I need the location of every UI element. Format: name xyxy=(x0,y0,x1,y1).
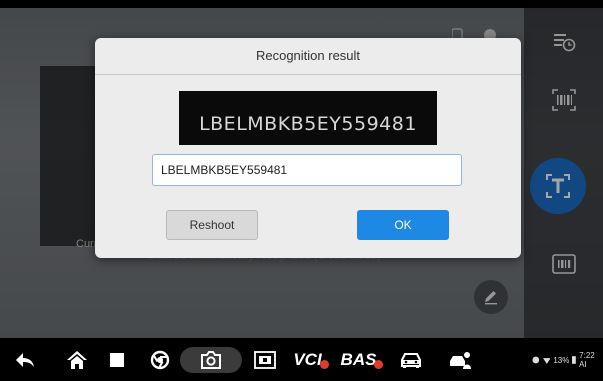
dialog-title: Recognition result xyxy=(255,48,361,63)
home-icon[interactable] xyxy=(64,346,90,374)
screenshot-icon[interactable] xyxy=(252,346,278,374)
bas-label: BAS xyxy=(340,350,377,369)
dialog-divider xyxy=(95,74,521,75)
reshoot-button[interactable]: Reshoot xyxy=(166,210,258,240)
vci-label: VCI xyxy=(293,350,322,369)
settings-status-icon xyxy=(532,356,540,364)
back-icon[interactable] xyxy=(12,346,38,374)
clock: 7:22 AI xyxy=(579,351,595,369)
car-service-icon[interactable] xyxy=(446,346,476,374)
recognition-result-input[interactable] xyxy=(152,154,462,186)
ok-button[interactable]: OK xyxy=(357,210,449,240)
vci-status-dot xyxy=(319,359,329,369)
recent-apps-icon[interactable] xyxy=(106,346,128,374)
recognition-result-dialog: Recognition result LBELMBKB5EY559481 Res… xyxy=(95,38,521,258)
status-bar: 13% 7:22 AI xyxy=(532,351,603,369)
bas-icon[interactable]: BAS xyxy=(340,346,384,374)
recognized-image: LBELMBKB5EY559481 xyxy=(179,91,437,145)
vci-icon[interactable]: VCI xyxy=(290,346,332,374)
battery-level: 13% xyxy=(553,355,570,365)
wifi-icon xyxy=(542,358,551,364)
chrome-icon[interactable] xyxy=(148,346,172,374)
recognized-image-text: LBELMBKB5EY559481 xyxy=(199,113,417,135)
camera-icon[interactable] xyxy=(198,346,224,374)
bottom-navigation-bar: VCI BAS xyxy=(0,338,603,381)
car-icon[interactable] xyxy=(396,346,426,374)
bas-status-dot xyxy=(374,359,384,369)
battery-icon xyxy=(572,356,577,364)
screen: Curr It will be automatically recognized… xyxy=(0,0,603,381)
